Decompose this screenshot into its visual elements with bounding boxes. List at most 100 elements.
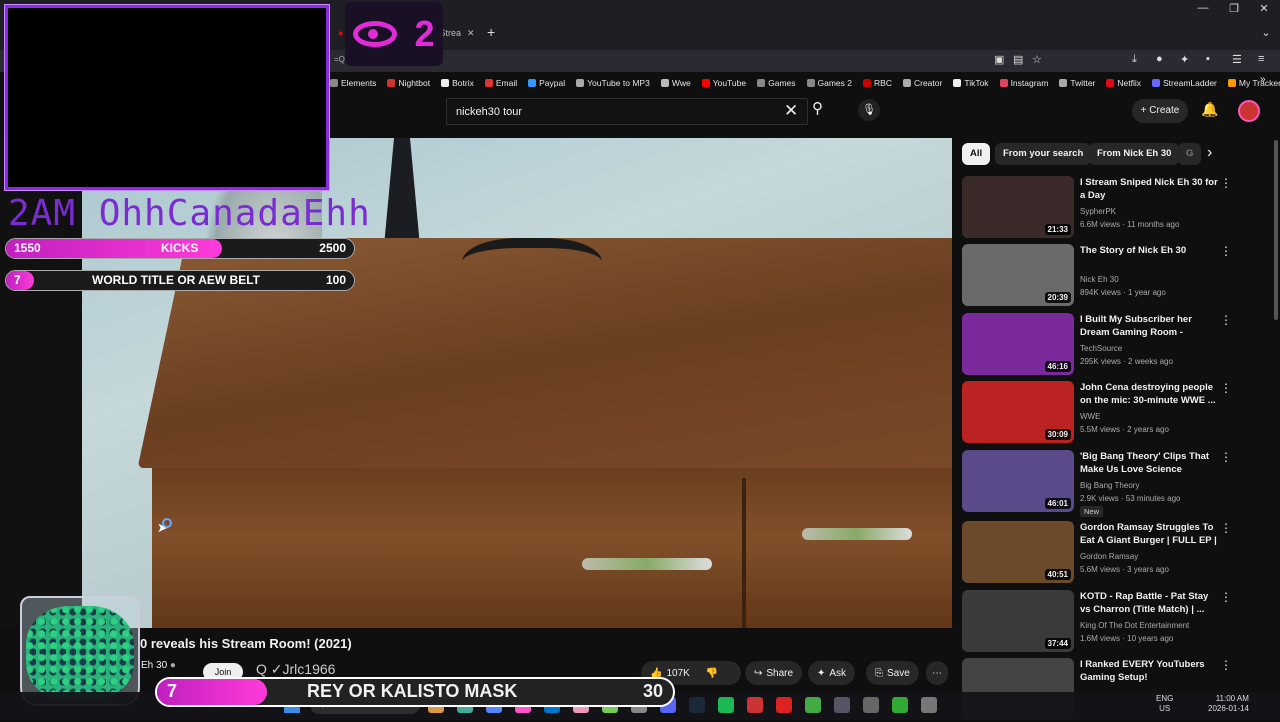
search-input[interactable]: nickeh30 tour [446, 98, 808, 125]
chevron-right-icon[interactable]: › [1207, 144, 1212, 162]
close-window-icon[interactable]: ✕ [1254, 2, 1274, 15]
filter-chip-all[interactable]: All [962, 143, 991, 165]
ask-button[interactable]: ✦ Ask [808, 661, 856, 685]
recommended-video[interactable]: 30:09 John Cena destroying people on the … [962, 381, 1262, 445]
bookmark-item[interactable]: Nightbot [387, 78, 430, 88]
video-thumbnail[interactable]: 46:16 [962, 313, 1074, 375]
bookmark-item[interactable]: Wwe [660, 78, 691, 88]
video-thumbnail[interactable]: 46:01 [962, 450, 1074, 512]
bookmark-item[interactable]: Botrix [441, 78, 474, 88]
taskbar-app-icon[interactable] [892, 697, 908, 713]
more-options-icon[interactable]: ⋮ [1220, 381, 1232, 395]
bookmark-item[interactable]: Instagram [999, 78, 1048, 88]
reader-icon[interactable]: ▤ [1013, 53, 1023, 66]
tab-list-chevron-icon[interactable]: ⌄ [1256, 26, 1276, 39]
bookmark-item[interactable]: TikTok [953, 78, 989, 88]
video-thumbnail[interactable]: 21:33 [962, 176, 1074, 238]
menu-icon[interactable]: ≡ [1258, 53, 1264, 65]
extensions-icon[interactable]: ✦ [1180, 53, 1189, 66]
recommended-video[interactable]: 46:16 I Built My Subscriber her Dream Gam… [962, 313, 1262, 377]
recommended-title[interactable]: 'Big Bang Theory' Clips That Make Us Lov… [1080, 450, 1218, 476]
bookmark-item[interactable]: Elements [330, 78, 376, 88]
more-options-icon[interactable]: ⋮ [1220, 658, 1232, 672]
more-actions-icon[interactable]: ⋯ [926, 661, 948, 685]
close-tab-icon[interactable]: ✕ [467, 28, 475, 39]
avatar[interactable] [1238, 100, 1260, 122]
restore-icon[interactable]: ❐ [1224, 2, 1244, 15]
video-thumbnail[interactable]: 40:51 [962, 521, 1074, 583]
bookmark-item[interactable]: Games 2 [806, 78, 852, 88]
recommended-channel[interactable]: Big Bang Theory [1080, 481, 1139, 490]
bookmark-star-icon[interactable]: ☆ [1032, 53, 1042, 66]
bookmark-item[interactable]: YouTube [701, 78, 746, 88]
recommended-title[interactable]: KOTD - Rap Battle - Pat Stay vs Charron … [1080, 590, 1218, 616]
recommended-video[interactable]: 37:44 KOTD - Rap Battle - Pat Stay vs Cha… [962, 590, 1262, 654]
filter-chip-more[interactable]: G [1178, 143, 1202, 165]
microphone-icon[interactable]: 🎙 [858, 99, 880, 121]
recommended-video[interactable]: 21:33 I Stream Sniped Nick Eh 30 for a Da… [962, 176, 1262, 240]
bookmark-item[interactable]: Paypal [528, 78, 565, 88]
bookmark-item[interactable]: YouTube to MP3 [576, 78, 650, 88]
more-options-icon[interactable]: ⋮ [1220, 176, 1232, 190]
search-icon[interactable]: ⚲ [812, 99, 823, 117]
recommended-title[interactable]: John Cena destroying people on the mic: … [1080, 381, 1218, 407]
recommended-video[interactable]: 40:51 Gordon Ramsay Struggles To Eat A Gi… [962, 521, 1262, 585]
recommended-channel[interactable]: WWE [1080, 412, 1100, 421]
taskbar-app-icon[interactable] [718, 697, 734, 713]
bookmark-item[interactable]: RBC [863, 78, 892, 88]
bookmark-item[interactable]: Twitter [1059, 78, 1095, 88]
taskbar-app-icon[interactable] [689, 697, 705, 713]
filter-chip-from-search[interactable]: From your search [995, 143, 1092, 165]
taskbar-app-icon[interactable] [776, 697, 792, 713]
create-button[interactable]: + Create [1132, 99, 1188, 123]
recommended-channel[interactable]: SypherPK [1080, 207, 1116, 216]
recommended-title[interactable]: I Stream Sniped Nick Eh 30 for a Day [1080, 176, 1218, 202]
recommended-title[interactable]: I Ranked EVERY YouTubers Gaming Setup! [1080, 658, 1218, 684]
bookmark-item[interactable]: Creator [902, 78, 942, 88]
bookmark-item[interactable]: StreamLadder [1152, 78, 1217, 88]
dislike-icon[interactable]: 👎 [706, 668, 718, 679]
bookmark-item[interactable]: My Tracker [1227, 78, 1280, 88]
filter-chip-from-channel[interactable]: From Nick Eh 30 [1089, 143, 1180, 165]
bookmark-item[interactable]: Games [757, 78, 796, 88]
recommended-channel[interactable]: Nick Eh 30 [1080, 275, 1119, 284]
recommended-channel[interactable]: TechSource [1080, 344, 1122, 353]
channel-name[interactable]: Eh 30 ● [141, 660, 176, 671]
clear-search-icon[interactable]: ✕ [784, 101, 798, 121]
video-thumbnail[interactable]: 30:09 [962, 381, 1074, 443]
taskbar-app-icon[interactable] [921, 697, 937, 713]
more-options-icon[interactable]: ⋮ [1220, 590, 1232, 604]
language-indicator[interactable]: ENG US [1156, 694, 1173, 714]
taskbar-app-icon[interactable] [863, 697, 879, 713]
system-clock[interactable]: 11:00 AM 2026-01-14 [1208, 694, 1249, 714]
taskbar-app-icon[interactable] [805, 697, 821, 713]
picture-in-picture-icon[interactable]: ▣ [994, 53, 1004, 66]
notifications-bell-icon[interactable]: 🔔 [1201, 101, 1218, 118]
bookmark-item[interactable]: Email [484, 78, 517, 88]
extension-k-icon[interactable]: ● [1156, 53, 1163, 65]
more-options-icon[interactable]: ⋮ [1220, 244, 1232, 258]
new-tab-button[interactable]: + [487, 24, 495, 40]
bookmark-item[interactable]: Netflix [1106, 78, 1141, 88]
recommended-title[interactable]: The Story of Nick Eh 30 [1080, 244, 1218, 257]
save-button[interactable]: ⎘ Save [866, 661, 919, 685]
more-options-icon[interactable]: ⋮ [1220, 450, 1232, 464]
recommended-channel[interactable]: Gordon Ramsay [1080, 552, 1138, 561]
bookmarks-overflow-icon[interactable]: » [1260, 74, 1266, 85]
recommended-channel[interactable]: King Of The Dot Entertainment [1080, 621, 1189, 630]
taskbar-app-icon[interactable] [834, 697, 850, 713]
recommended-title[interactable]: I Built My Subscriber her Dream Gaming R… [1080, 313, 1218, 340]
video-thumbnail[interactable]: 37:44 [962, 590, 1074, 652]
download-icon[interactable]: ⤓ [1132, 53, 1137, 66]
more-options-icon[interactable]: ⋮ [1220, 521, 1232, 535]
scrollbar[interactable] [1274, 140, 1278, 320]
recommended-title[interactable]: Gordon Ramsay Struggles To Eat A Giant B… [1080, 521, 1218, 548]
video-thumbnail[interactable]: 20:39 [962, 244, 1074, 306]
recommended-video[interactable]: 46:01 'Big Bang Theory' Clips That Make U… [962, 450, 1262, 517]
addon-icon[interactable]: ▪ [1206, 53, 1210, 65]
share-button[interactable]: ↪ Share [745, 661, 803, 685]
recommended-video[interactable]: 20:39 The Story of Nick Eh 30 Nick Eh 30 89… [962, 244, 1262, 308]
taskbar-app-icon[interactable] [747, 697, 763, 713]
account-icon[interactable]: ☰ [1232, 53, 1242, 66]
minimize-icon[interactable]: — [1193, 2, 1213, 14]
